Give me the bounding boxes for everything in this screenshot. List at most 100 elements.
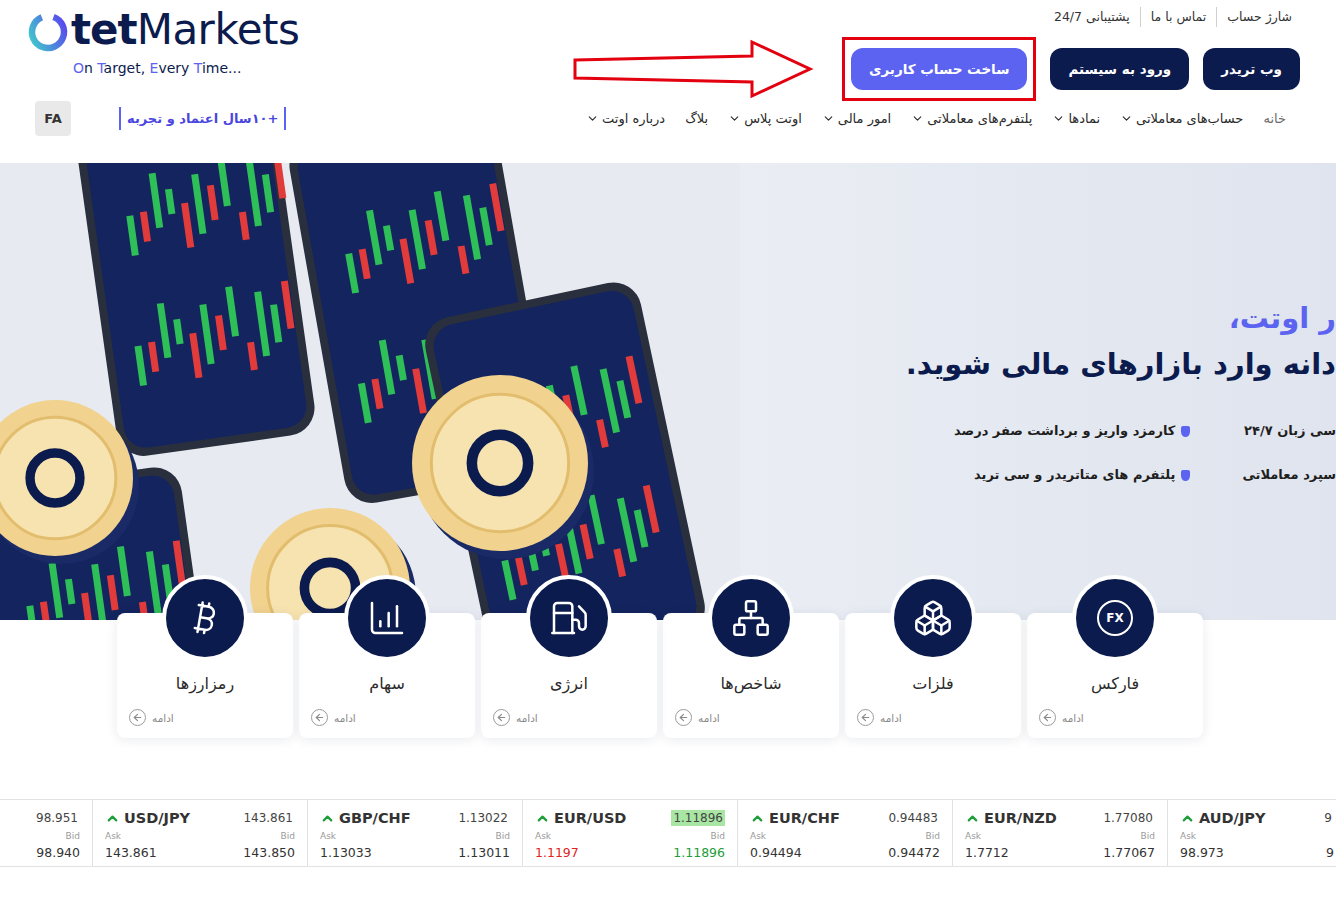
coin-dollar [412, 375, 594, 559]
red-arrow-icon [572, 38, 814, 100]
nav-item[interactable]: خانه [1263, 111, 1286, 126]
more-link[interactable]: ادامه [1039, 709, 1084, 726]
pair-name: GBP/CHF [320, 810, 456, 826]
ticker-cell[interactable]: GBP/CHF1.13022AskBid1.130331.13011 [308, 800, 523, 866]
pair-name: EUR/NZD [965, 810, 1101, 826]
header-button[interactable]: ورود به سیستم [1050, 48, 1189, 90]
experience-badge: +۱۰سال اعتماد و تجربه [119, 107, 286, 130]
hero-title: دانه وارد بازارهای مالی شوید. [906, 341, 1336, 387]
category-label: فلزات [912, 673, 953, 695]
header-button[interactable]: وب تریدر [1203, 48, 1300, 90]
nodes-icon [731, 598, 771, 638]
category-label: رمزارزها [176, 673, 234, 695]
nav-item[interactable]: نمادها [1052, 111, 1100, 126]
page: شارژ حسابتماس با ماپشتیبانی 24/7 وب تریدر… [0, 0, 1336, 910]
arrow-left-icon [129, 709, 146, 726]
chevron-down-icon [1052, 112, 1065, 125]
arrow-left-icon [857, 709, 874, 726]
trend-up-icon [105, 811, 120, 826]
category-icon-circle [162, 575, 248, 661]
ask-label: Ask [535, 831, 551, 841]
pair-name: AUD/JPY [1180, 810, 1322, 826]
phone-right [420, 277, 710, 620]
last-price: 1.11896 [671, 810, 725, 826]
hero-features: سی زبان ۲۴/۷کارمزد واریز و برداشت صفر در… [954, 421, 1336, 485]
nav-item[interactable]: پلتفرم‌های معاملاتی [911, 111, 1032, 126]
hero-feature: سپرد معاملاتی [1242, 465, 1336, 485]
bullet-icon [1181, 470, 1190, 481]
nav-item[interactable]: بلاگ [685, 111, 708, 126]
bid-price: 1.11896 [673, 845, 725, 860]
bid-label: Bid [496, 831, 510, 841]
category-label: شاخص‌ها [720, 673, 781, 695]
bar-chart-icon [367, 598, 407, 638]
ticker-cell[interactable]: EUR/USD1.11896AskBid1.11971.11896 [523, 800, 738, 866]
ask-price: 1.13033 [320, 845, 372, 860]
more-link[interactable]: ادامه [129, 709, 174, 726]
bid-price: 143.850 [243, 845, 295, 860]
top-link[interactable]: تماس با ما [1140, 7, 1217, 27]
nav-row: خانه حساب‌های معاملاتی نمادها پلتفرم‌های مع… [0, 100, 1336, 136]
top-link[interactable]: شارژ حساب [1216, 7, 1292, 27]
more-link[interactable]: ادامه [311, 709, 356, 726]
category-label: فارکس [1091, 673, 1139, 695]
chevron-down-icon [586, 112, 599, 125]
logo-ring-icon [25, 7, 71, 53]
category-card[interactable]: شاخص‌هاادامه [663, 613, 839, 738]
category-label: انرژی [550, 673, 588, 695]
pair-name: EUR/CHF [750, 810, 886, 826]
ticker-cell[interactable]: EUR/CHF0.94483AskBid0.944940.94472 [738, 800, 953, 866]
bid-label: Bid [1141, 831, 1155, 841]
pair-name: EUR/USD [535, 810, 671, 826]
buttons-row: وب تریدر ورود به سیستم ساخت حساب کاربری [572, 36, 1300, 101]
hero-text: ر اوتت،دانه وارد بازارهای مالی شوید.سی ز… [740, 163, 1336, 620]
pair-name: USD/JPY [105, 810, 241, 826]
category-card[interactable]: فلزات ادامه [845, 613, 1021, 738]
nav-item[interactable]: حساب‌های معاملاتی [1120, 111, 1243, 126]
arrow-left-icon [493, 709, 510, 726]
bid-price: 98.940 [36, 845, 80, 860]
category-label: سهام [369, 673, 405, 695]
nav-item[interactable]: درباره اوتت [586, 111, 665, 126]
arrow-left-icon [1039, 709, 1056, 726]
ticker-cell[interactable]: USD/JPY143.861AskBid143.861143.850 [93, 800, 308, 866]
last-price: 143.861 [241, 810, 295, 826]
ask-price: 0.94494 [750, 845, 802, 860]
category-card[interactable]: رمزارزهاادامه [117, 613, 293, 738]
hero: ر اوتت،دانه وارد بازارهای مالی شوید.سی ز… [0, 163, 1336, 620]
hero-illustration [0, 163, 740, 620]
category-icon-circle [708, 575, 794, 661]
nav-item[interactable]: امور مالی [822, 111, 891, 126]
bid-price: 1.13011 [458, 845, 510, 860]
chevron-down-icon [822, 112, 835, 125]
more-link[interactable]: ادامه [493, 709, 538, 726]
bid-label: Bid [711, 831, 725, 841]
category-card[interactable]: FXفارکسادامه [1027, 613, 1203, 738]
hero-feature: پلتفرم های متاتریدر و سی ترید [954, 465, 1190, 485]
trend-up-icon [320, 811, 335, 826]
category-card[interactable]: سهام ادامه [299, 613, 475, 738]
phone-left [70, 163, 319, 459]
ticker-cell[interactable]: 98.951Bid98.940 [0, 800, 93, 866]
chevron-down-icon [728, 112, 741, 125]
ask-label: Ask [105, 831, 121, 841]
category-icon-circle [526, 575, 612, 661]
logo[interactable]: tetMarketsOn Target, Every Time... [25, 6, 299, 76]
logo-tagline: On Target, Every Time... [73, 60, 299, 76]
ticker-cell[interactable]: EUR/NZD1.77080AskBid1.77121.77067 [953, 800, 1168, 866]
ask-label: Ask [750, 831, 766, 841]
main-nav: خانه حساب‌های معاملاتی نمادها پلتفرم‌های مع… [586, 111, 1286, 126]
chevron-down-icon [1120, 112, 1133, 125]
language-button[interactable]: FA [35, 101, 71, 136]
header-actions: شارژ حسابتماس با ماپشتیبانی 24/7 وب تریدر… [572, 0, 1300, 101]
ask-label: Ask [965, 831, 981, 841]
header-button[interactable]: ساخت حساب کاربری [851, 48, 1027, 90]
nav-item[interactable]: اوتت پلاس [728, 111, 802, 126]
more-link[interactable]: ادامه [857, 709, 902, 726]
category-card[interactable]: انرژی ادامه [481, 613, 657, 738]
top-link[interactable]: پشتیبانی 24/7 [1054, 7, 1140, 27]
ticker-cell[interactable]: AUD/JPY9Ask98.9739 [1168, 800, 1336, 866]
chevron-down-icon [911, 112, 924, 125]
ask-price: 1.7712 [965, 845, 1009, 860]
more-link[interactable]: ادامه [675, 709, 720, 726]
